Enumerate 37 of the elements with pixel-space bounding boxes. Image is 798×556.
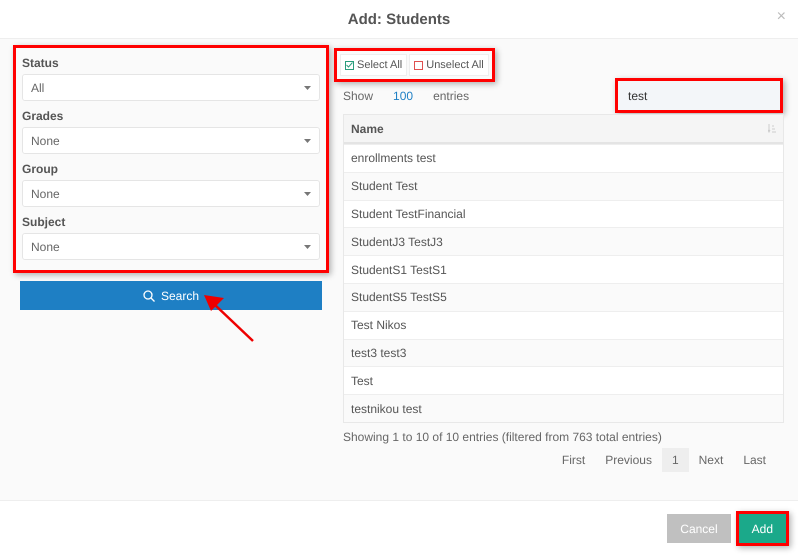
- caret-icon: [304, 138, 311, 142]
- table-cell[interactable]: test3 test3: [344, 338, 783, 366]
- page-link[interactable]: Next: [688, 448, 734, 472]
- dropdown[interactable]: None: [22, 127, 320, 154]
- search-field[interactable]: test: [618, 81, 780, 110]
- entries-label: entries: [433, 88, 470, 102]
- caret-icon: [304, 86, 311, 90]
- dialog-title: Add: Students: [348, 10, 450, 28]
- table-cell[interactable]: StudentS5 TestS5: [344, 282, 783, 311]
- field-label: Group: [22, 162, 59, 176]
- show-label: Show: [343, 88, 374, 102]
- page-link[interactable]: 1: [662, 448, 689, 472]
- select-all-button[interactable]: Select All: [340, 54, 408, 76]
- empty-box-icon: [414, 60, 424, 70]
- column-header[interactable]: Name: [344, 115, 783, 144]
- table-cell[interactable]: testnikou test: [344, 394, 783, 422]
- dropdown[interactable]: None: [22, 180, 320, 207]
- dropdown[interactable]: All: [22, 74, 320, 101]
- sort-icon: [768, 124, 777, 133]
- table-cell[interactable]: Student TestFinancial: [344, 200, 783, 228]
- table-cell[interactable]: StudentJ3 TestJ3: [344, 227, 783, 256]
- table-cell[interactable]: Student Test: [344, 172, 783, 200]
- page-link[interactable]: Previous: [595, 448, 662, 472]
- page-link[interactable]: Last: [733, 448, 776, 472]
- field-label: Status: [22, 56, 60, 70]
- field-label: Subject: [22, 215, 66, 229]
- caret-icon: [304, 192, 311, 196]
- dropdown[interactable]: None: [22, 233, 320, 260]
- page-length-select[interactable]: 100: [393, 88, 414, 102]
- caret-icon: [304, 244, 311, 248]
- page-link[interactable]: First: [552, 448, 596, 472]
- unselect-all-button[interactable]: Unselect All: [409, 54, 489, 76]
- field-label: Grades: [22, 109, 64, 123]
- search-icon: [142, 290, 155, 302]
- checked-box-icon: [345, 60, 354, 70]
- search-button[interactable]: Search: [20, 281, 322, 310]
- table-info: Showing 1 to 10 of 10 entries (filtered from 763 total entries): [343, 430, 663, 444]
